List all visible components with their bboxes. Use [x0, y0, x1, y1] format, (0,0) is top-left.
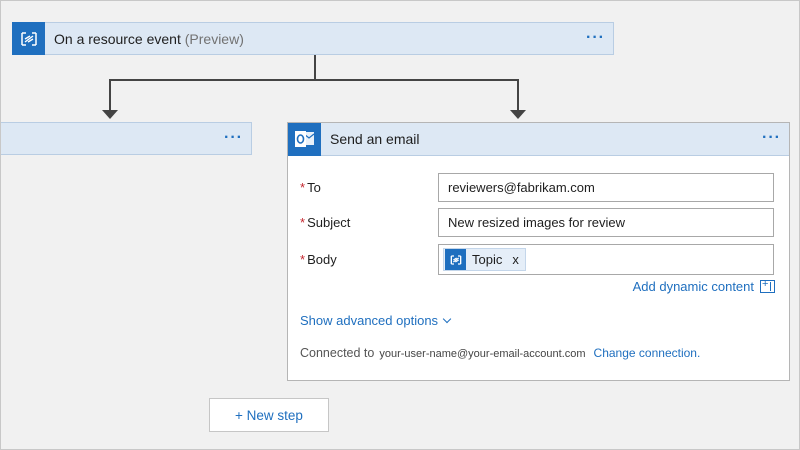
show-advanced-options-label: Show advanced options	[300, 313, 439, 328]
event-grid-icon	[12, 22, 45, 55]
subject-value: New resized images for review	[448, 215, 626, 230]
connector-bar	[109, 79, 519, 81]
subject-row: * Subject New resized images for review	[300, 208, 774, 237]
topic-token-label: Topic	[472, 252, 503, 267]
add-dynamic-content-label: Add dynamic content	[632, 279, 754, 294]
event-grid-icon	[445, 249, 466, 270]
show-advanced-options-link[interactable]: Show advanced options	[300, 313, 452, 328]
connector-right-drop	[517, 79, 519, 111]
to-label: * To	[300, 180, 321, 195]
preview-label: (Preview)	[184, 30, 244, 47]
chevron-down-icon	[442, 314, 452, 323]
body-field[interactable]: Topic x	[438, 244, 774, 275]
connected-to-label: Connected to	[300, 346, 375, 360]
new-step-button[interactable]: + New step	[209, 398, 329, 432]
trigger-more-button[interactable]: ···	[586, 30, 605, 46]
body-label: * Body	[300, 252, 337, 267]
change-connection-link[interactable]: Change connection.	[594, 346, 701, 360]
send-email-more-button[interactable]: ···	[762, 130, 781, 146]
topic-token[interactable]: Topic x	[443, 248, 526, 271]
arrow-right	[510, 110, 526, 119]
token-remove-button[interactable]: x	[512, 252, 519, 267]
send-email-title: Send an email	[330, 131, 420, 147]
send-email-header[interactable]: Send an email ···	[288, 122, 789, 156]
arrow-left	[102, 110, 118, 119]
add-dynamic-content-icon	[760, 278, 775, 293]
trigger-step[interactable]: On a resource event (Preview) ···	[12, 22, 614, 55]
send-email-step: Send an email ··· * To reviewers@fabrikam…	[287, 122, 790, 381]
left-step[interactable]: ···	[0, 122, 252, 155]
connector-left-drop	[109, 79, 111, 111]
subject-field[interactable]: New resized images for review	[438, 208, 774, 237]
subject-label: * Subject	[300, 215, 351, 230]
to-value: reviewers@fabrikam.com	[448, 180, 595, 195]
connected-account: your-user-name@your-email-account.com	[379, 348, 586, 360]
connection-info: Connected to your-user-name@your-email-a…	[300, 346, 700, 360]
left-step-more-button[interactable]: ···	[224, 130, 243, 146]
add-dynamic-content-link[interactable]: Add dynamic content	[632, 278, 775, 294]
body-row: * Body Topic x	[300, 244, 774, 275]
outlook-icon	[288, 122, 321, 156]
trigger-title: On a resource event (Preview)	[54, 30, 244, 47]
to-field[interactable]: reviewers@fabrikam.com	[438, 173, 774, 202]
connector-trunk	[314, 55, 316, 79]
to-row: * To reviewers@fabrikam.com	[300, 173, 774, 202]
